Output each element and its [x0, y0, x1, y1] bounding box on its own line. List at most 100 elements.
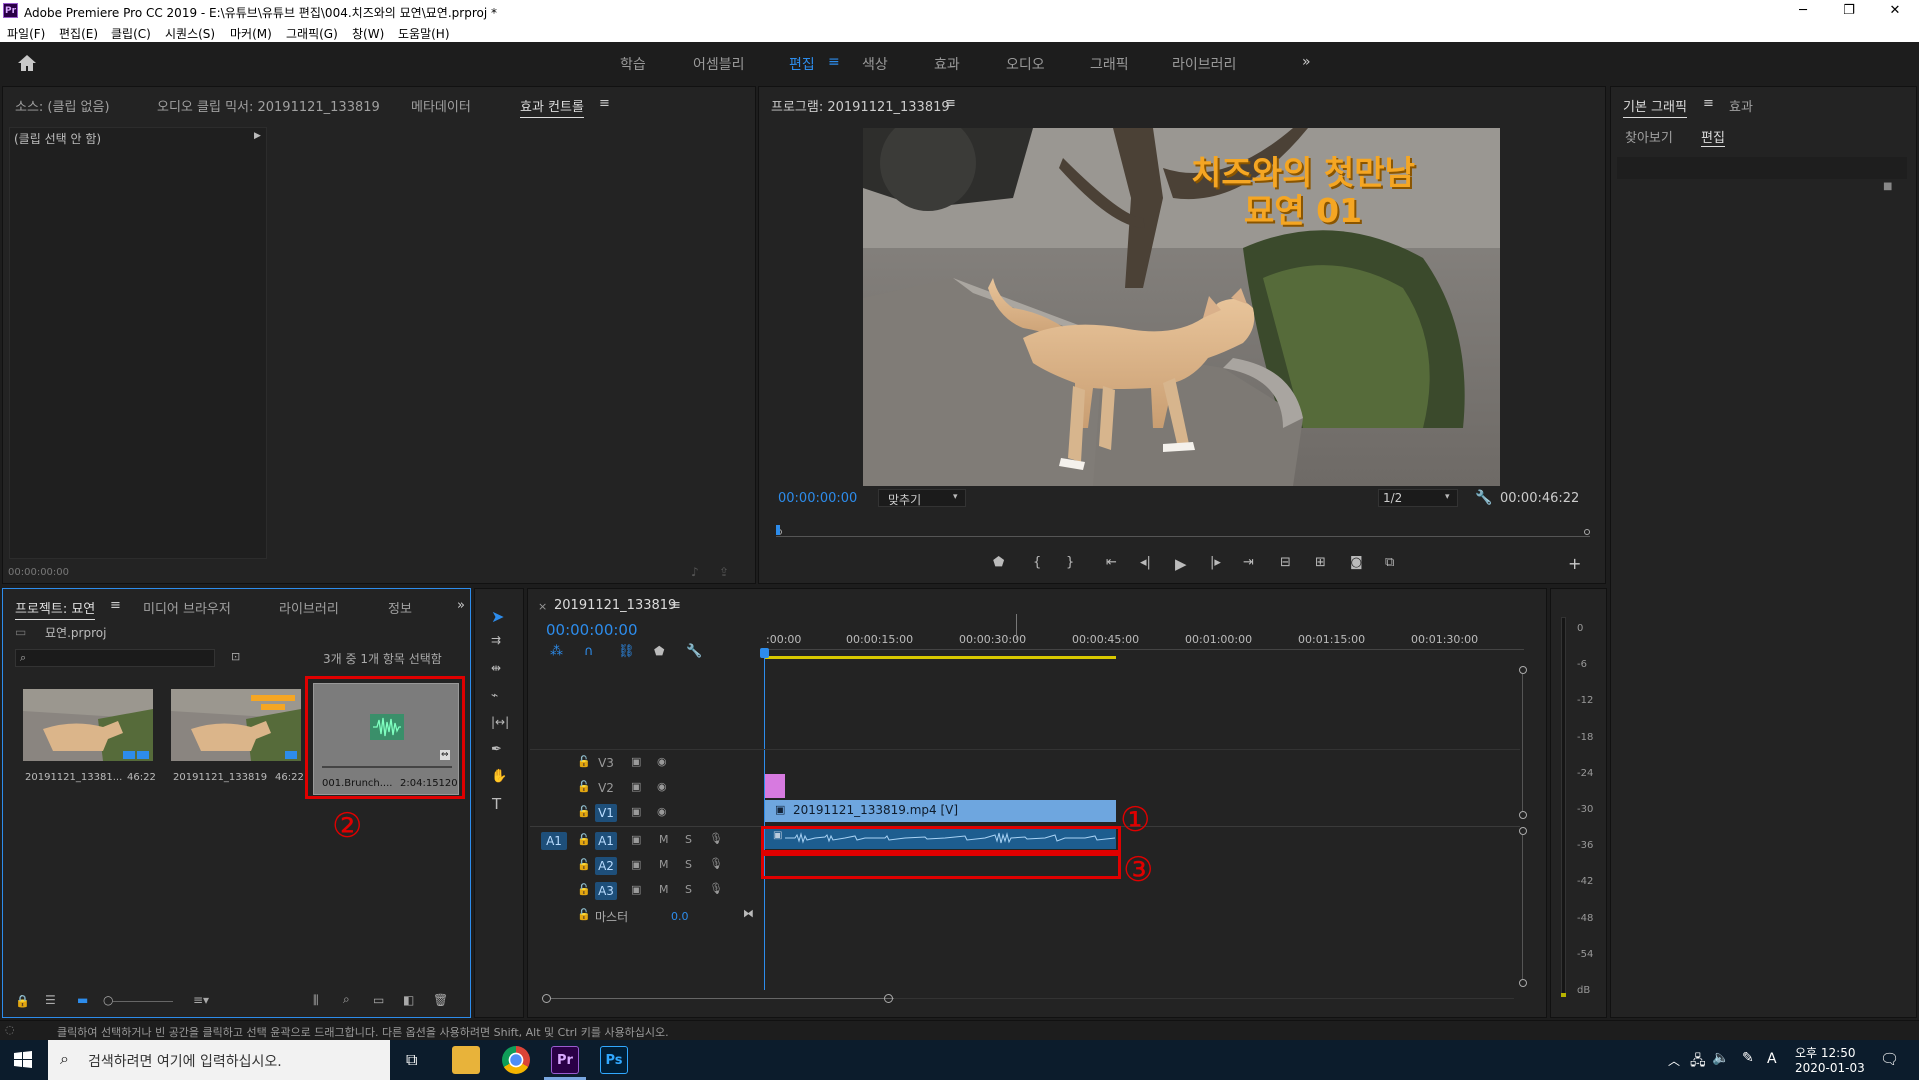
close-sequence-icon[interactable]: × — [538, 600, 547, 613]
tab-project[interactable]: 프로젝트: 묘연 — [15, 598, 96, 620]
master-volume-value[interactable]: 0.0 — [671, 910, 689, 923]
go-to-in-icon[interactable]: ⇤ — [1106, 555, 1117, 570]
solo-button[interactable]: S — [685, 858, 692, 871]
type-tool-icon[interactable]: T — [492, 795, 501, 813]
subtab-browse[interactable]: 찾아보기 — [1625, 127, 1673, 146]
workspace-color[interactable]: 색상 — [862, 54, 888, 74]
sync-lock-icon[interactable]: ▣ — [631, 755, 641, 768]
expand-arrow-icon[interactable]: ▶ — [254, 131, 261, 141]
sync-lock-icon[interactable]: ▣ — [631, 833, 641, 846]
clock-date[interactable]: 2020-01-03 — [1795, 1061, 1865, 1075]
trash-icon[interactable]: 🗑 — [433, 993, 448, 1007]
sync-lock-icon[interactable]: ▣ — [631, 883, 641, 896]
tab-media-browser[interactable]: 미디어 브라우저 — [143, 598, 231, 617]
project-item-thumbnail[interactable] — [23, 689, 153, 761]
wrench-icon[interactable]: 🔧 — [1475, 490, 1492, 506]
playhead-handle[interactable] — [760, 648, 769, 658]
menu-graphics[interactable]: 그래픽(G) — [286, 25, 338, 42]
eye-icon[interactable]: ◉ — [657, 805, 667, 818]
add-button-icon[interactable]: + — [1568, 554, 1581, 573]
new-layer-icon[interactable]: ■ — [1883, 181, 1892, 192]
step-forward-icon[interactable]: |▸ — [1210, 555, 1221, 570]
lock-icon[interactable]: 🔓 — [577, 858, 591, 871]
razor-tool-icon[interactable]: ⌁ — [491, 688, 498, 702]
menu-clip[interactable]: 클립(C) — [111, 25, 151, 42]
lock-icon[interactable]: 🔓 — [577, 805, 591, 818]
timeline-timecode[interactable]: 00:00:00:00 — [546, 621, 638, 639]
lock-icon[interactable]: 🔓 — [577, 833, 591, 846]
overflow-icon[interactable]: » — [457, 598, 465, 613]
add-marker-icon[interactable]: ⬟ — [993, 555, 1004, 570]
microphone-icon[interactable]: 🎙 — [709, 832, 723, 845]
track-select-tool-icon[interactable]: ⇉ — [491, 633, 501, 647]
workspace-graphics[interactable]: 그래픽 — [1090, 54, 1129, 74]
windows-start-icon[interactable] — [14, 1051, 32, 1069]
nest-toggle-icon[interactable]: ⁂ — [550, 644, 563, 659]
work-area-bar[interactable] — [764, 656, 1116, 659]
task-view-icon[interactable]: ⧉ — [406, 1050, 417, 1070]
volume-icon[interactable]: 🔈 — [1712, 1050, 1729, 1066]
track-label-a3[interactable]: A3 — [595, 882, 617, 900]
track-label-v1[interactable]: V1 — [595, 804, 617, 822]
program-menu-icon[interactable]: ≡ — [945, 96, 956, 111]
home-icon[interactable] — [17, 54, 37, 72]
panel-menu-icon[interactable]: ≡ — [599, 96, 610, 111]
maximize-button[interactable]: ❐ — [1826, 0, 1872, 22]
workspace-audio[interactable]: 오디오 — [1006, 54, 1045, 74]
mute-button[interactable]: M — [659, 833, 669, 846]
project-item-thumbnail[interactable] — [171, 689, 301, 761]
tab-libraries[interactable]: 라이브러리 — [279, 598, 339, 617]
linked-selection-icon[interactable]: ⛓ — [618, 644, 635, 659]
minimize-button[interactable]: ─ — [1780, 0, 1826, 22]
network-icon[interactable]: 🖧 — [1690, 1050, 1706, 1074]
program-video-frame[interactable]: 치즈와의 첫만남 묘연 01 — [863, 128, 1500, 486]
workspace-effects[interactable]: 효과 — [934, 54, 960, 74]
ripple-edit-tool-icon[interactable]: ⇹ — [491, 661, 501, 675]
workspace-assembly[interactable]: 어셈블리 — [693, 54, 745, 74]
sync-lock-icon[interactable]: ▣ — [631, 805, 641, 818]
master-expand-icon[interactable]: ⧓ — [743, 907, 754, 920]
workspace-libraries[interactable]: 라이브러리 — [1172, 54, 1236, 74]
clock-time[interactable]: 오후 12:50 — [1795, 1044, 1855, 1061]
subtab-edit[interactable]: 편집 — [1701, 127, 1725, 147]
export-audio-icon[interactable]: ♪ — [691, 565, 699, 579]
project-search-input[interactable]: ⌕ — [15, 649, 215, 667]
program-playhead-timecode[interactable]: 00:00:00:00 — [778, 491, 857, 506]
go-to-out-icon[interactable]: ⇥ — [1243, 555, 1254, 570]
sequence-tab[interactable]: 20191121_133819 — [554, 598, 676, 613]
source-patch-a1[interactable]: A1 — [541, 832, 567, 850]
play-icon[interactable]: ▶ — [1175, 555, 1187, 573]
lock-icon[interactable]: 🔓 — [577, 908, 591, 921]
time-ruler[interactable]: :00:00 00:00:15:00 00:00:30:00 00:00:45:… — [764, 625, 1524, 655]
zoom-slider-handle[interactable]: ○ — [103, 993, 113, 1007]
program-scrubber[interactable] — [776, 525, 1590, 541]
taskbar-search-box[interactable]: ⌕ 검색하려면 여기에 입력하십시오. — [48, 1040, 390, 1080]
menu-window[interactable]: 창(W) — [352, 25, 384, 42]
lock-icon[interactable]: 🔓 — [577, 755, 591, 768]
tab-audio-clip-mixer[interactable]: 오디오 클립 믹서: 20191121_133819 — [157, 96, 380, 115]
sort-icon[interactable]: ≡▾ — [193, 993, 209, 1007]
tab-effect-controls[interactable]: 효과 컨트롤 — [520, 96, 584, 118]
sequence-menu-icon[interactable]: ≡ — [670, 598, 681, 613]
microphone-icon[interactable]: 🎙 — [709, 882, 723, 895]
close-button[interactable]: ✕ — [1872, 0, 1918, 22]
solo-button[interactable]: S — [685, 833, 692, 846]
workspace-learn[interactable]: 학습 — [620, 54, 646, 74]
workspace-menu-icon[interactable]: ≡ — [828, 54, 840, 70]
track-label-a1[interactable]: A1 — [595, 832, 617, 850]
pen-workspace-icon[interactable]: ✎ — [1742, 1050, 1754, 1066]
tab-info[interactable]: 정보 — [388, 598, 412, 617]
export-icon[interactable]: ⇪ — [719, 565, 729, 579]
track-label-v2[interactable]: V2 — [595, 779, 617, 797]
tab-essential-graphics[interactable]: 기본 그래픽 — [1623, 96, 1687, 118]
export-frame-icon[interactable]: ◙ — [1350, 555, 1363, 570]
notification-icon[interactable]: 🗨 — [1880, 1050, 1899, 1068]
mute-button[interactable]: M — [659, 883, 669, 896]
v2-clip[interactable] — [765, 774, 785, 798]
selection-tool-icon[interactable]: ➤ — [491, 607, 504, 626]
eye-icon[interactable]: ◉ — [657, 755, 667, 768]
timeline-horizontal-scrollbar[interactable] — [542, 994, 1514, 1004]
menu-edit[interactable]: 편집(E) — [59, 25, 98, 42]
solo-button[interactable]: S — [685, 883, 692, 896]
ime-indicator[interactable]: A — [1767, 1051, 1777, 1067]
